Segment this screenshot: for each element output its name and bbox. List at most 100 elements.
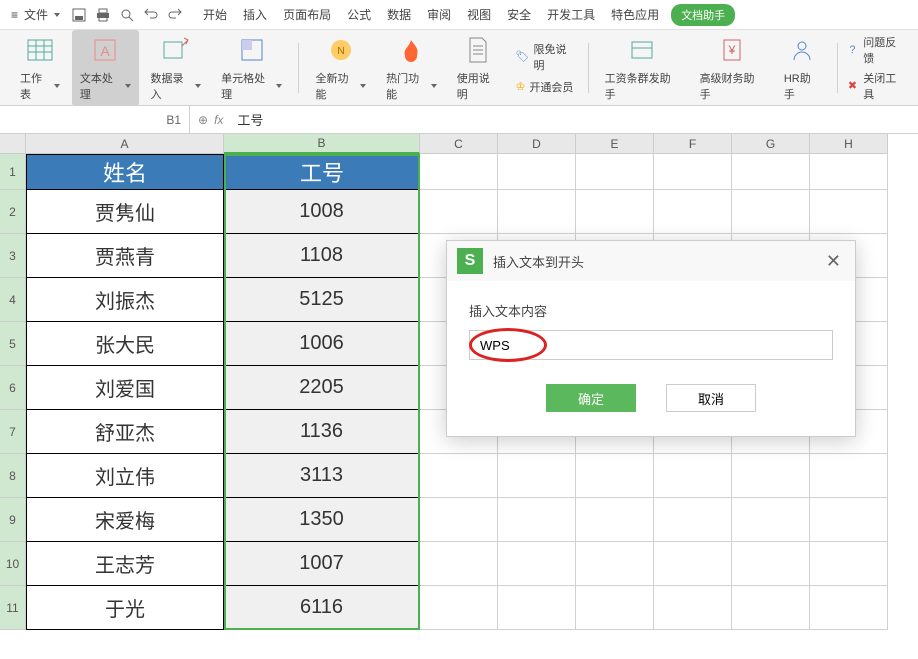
cell-C11[interactable] xyxy=(420,586,498,630)
feedback-link[interactable]: ?问题反馈 xyxy=(846,34,906,66)
row-header-8[interactable]: 8 xyxy=(0,454,26,498)
tab-formula[interactable]: 公式 xyxy=(347,6,371,23)
cell-D10[interactable] xyxy=(498,542,576,586)
cell-B1[interactable]: 工号 xyxy=(224,154,420,190)
cell-G11[interactable] xyxy=(732,586,810,630)
cell-reference[interactable]: B1 xyxy=(0,106,190,133)
cell-C2[interactable] xyxy=(420,190,498,234)
close-tools[interactable]: ✖关闭工具 xyxy=(846,70,906,102)
cell-B7[interactable]: 1136 xyxy=(224,410,420,454)
cell-B3[interactable]: 1108 xyxy=(224,234,420,278)
cell-A9[interactable]: 宋爱梅 xyxy=(26,498,224,542)
cell-B2[interactable]: 1008 xyxy=(224,190,420,234)
cell-B8[interactable]: 3113 xyxy=(224,454,420,498)
ribbon-hot-features[interactable]: 热门功能 xyxy=(378,30,445,106)
doc-helper-button[interactable]: 文档助手 xyxy=(671,4,735,26)
cell-A8[interactable]: 刘立伟 xyxy=(26,454,224,498)
redo-icon[interactable] xyxy=(167,7,183,23)
cell-H9[interactable] xyxy=(810,498,888,542)
row-header-10[interactable]: 10 xyxy=(0,542,26,586)
col-header-D[interactable]: D xyxy=(498,134,576,154)
tab-view[interactable]: 视图 xyxy=(467,6,491,23)
ok-button[interactable]: 确定 xyxy=(546,384,636,412)
cell-A4[interactable]: 刘振杰 xyxy=(26,278,224,322)
cell-A10[interactable]: 王志芳 xyxy=(26,542,224,586)
ribbon-finance[interactable]: ¥ 高级财务助手 xyxy=(692,30,772,106)
row-header-3[interactable]: 3 xyxy=(0,234,26,278)
col-header-G[interactable]: G xyxy=(732,134,810,154)
cell-D2[interactable] xyxy=(498,190,576,234)
cell-H1[interactable] xyxy=(810,154,888,190)
row-header-7[interactable]: 7 xyxy=(0,410,26,454)
select-all-corner[interactable] xyxy=(0,134,26,154)
fx-icon[interactable]: fx xyxy=(214,113,223,127)
free-info[interactable]: 🏷限免说明 xyxy=(512,39,580,75)
col-header-F[interactable]: F xyxy=(654,134,732,154)
cell-D11[interactable] xyxy=(498,586,576,630)
cell-E9[interactable] xyxy=(576,498,654,542)
row-header-6[interactable]: 6 xyxy=(0,366,26,410)
cell-G10[interactable] xyxy=(732,542,810,586)
cell-G9[interactable] xyxy=(732,498,810,542)
cell-G8[interactable] xyxy=(732,454,810,498)
cell-B5[interactable]: 1006 xyxy=(224,322,420,366)
cell-A6[interactable]: 刘爱国 xyxy=(26,366,224,410)
cell-E8[interactable] xyxy=(576,454,654,498)
row-header-11[interactable]: 11 xyxy=(0,586,26,630)
tab-layout[interactable]: 页面布局 xyxy=(283,6,331,23)
cell-A1[interactable]: 姓名 xyxy=(26,154,224,190)
file-menu[interactable]: ≡文件 xyxy=(8,6,63,23)
cell-C1[interactable] xyxy=(420,154,498,190)
cell-B6[interactable]: 2205 xyxy=(224,366,420,410)
row-header-2[interactable]: 2 xyxy=(0,190,26,234)
col-header-A[interactable]: A xyxy=(26,134,224,154)
cell-A3[interactable]: 贾燕青 xyxy=(26,234,224,278)
cell-F1[interactable] xyxy=(654,154,732,190)
ribbon-cell-process[interactable]: 单元格处理 xyxy=(213,30,290,106)
cell-C8[interactable] xyxy=(420,454,498,498)
cell-D1[interactable] xyxy=(498,154,576,190)
ribbon-payroll[interactable]: 工资条群发助手 xyxy=(597,30,688,106)
ribbon-usage[interactable]: 使用说明 xyxy=(449,30,508,106)
ribbon-hr[interactable]: HR助手 xyxy=(776,30,829,106)
cell-H8[interactable] xyxy=(810,454,888,498)
ribbon-new-features[interactable]: N 全新功能 xyxy=(307,30,374,106)
cell-G2[interactable] xyxy=(732,190,810,234)
dialog-close-button[interactable]: ✕ xyxy=(822,251,845,272)
col-header-C[interactable]: C xyxy=(420,134,498,154)
cell-B11[interactable]: 6116 xyxy=(224,586,420,630)
cell-C9[interactable] xyxy=(420,498,498,542)
tab-start[interactable]: 开始 xyxy=(203,6,227,23)
print-icon[interactable] xyxy=(95,7,111,23)
open-vip[interactable]: ♔开通会员 xyxy=(512,77,580,97)
row-header-5[interactable]: 5 xyxy=(0,322,26,366)
cell-F2[interactable] xyxy=(654,190,732,234)
cell-E1[interactable] xyxy=(576,154,654,190)
cell-D8[interactable] xyxy=(498,454,576,498)
undo-icon[interactable] xyxy=(143,7,159,23)
ribbon-worksheet[interactable]: 工作表 xyxy=(12,30,68,106)
cell-H2[interactable] xyxy=(810,190,888,234)
tab-security[interactable]: 安全 xyxy=(507,6,531,23)
cell-F11[interactable] xyxy=(654,586,732,630)
cell-F10[interactable] xyxy=(654,542,732,586)
cell-H11[interactable] xyxy=(810,586,888,630)
cell-A7[interactable]: 舒亚杰 xyxy=(26,410,224,454)
row-header-1[interactable]: 1 xyxy=(0,154,26,190)
cell-H10[interactable] xyxy=(810,542,888,586)
tab-insert[interactable]: 插入 xyxy=(243,6,267,23)
cell-C10[interactable] xyxy=(420,542,498,586)
row-header-9[interactable]: 9 xyxy=(0,498,26,542)
cell-F8[interactable] xyxy=(654,454,732,498)
cancel-button[interactable]: 取消 xyxy=(666,384,756,412)
cell-E10[interactable] xyxy=(576,542,654,586)
save-icon[interactable] xyxy=(71,7,87,23)
cell-G1[interactable] xyxy=(732,154,810,190)
insert-text-input[interactable] xyxy=(469,330,833,360)
cell-A11[interactable]: 于光 xyxy=(26,586,224,630)
cell-A5[interactable]: 张大民 xyxy=(26,322,224,366)
preview-icon[interactable] xyxy=(119,7,135,23)
cell-E11[interactable] xyxy=(576,586,654,630)
formula-input[interactable]: 工号 xyxy=(231,110,918,129)
cell-A2[interactable]: 贾隽仙 xyxy=(26,190,224,234)
